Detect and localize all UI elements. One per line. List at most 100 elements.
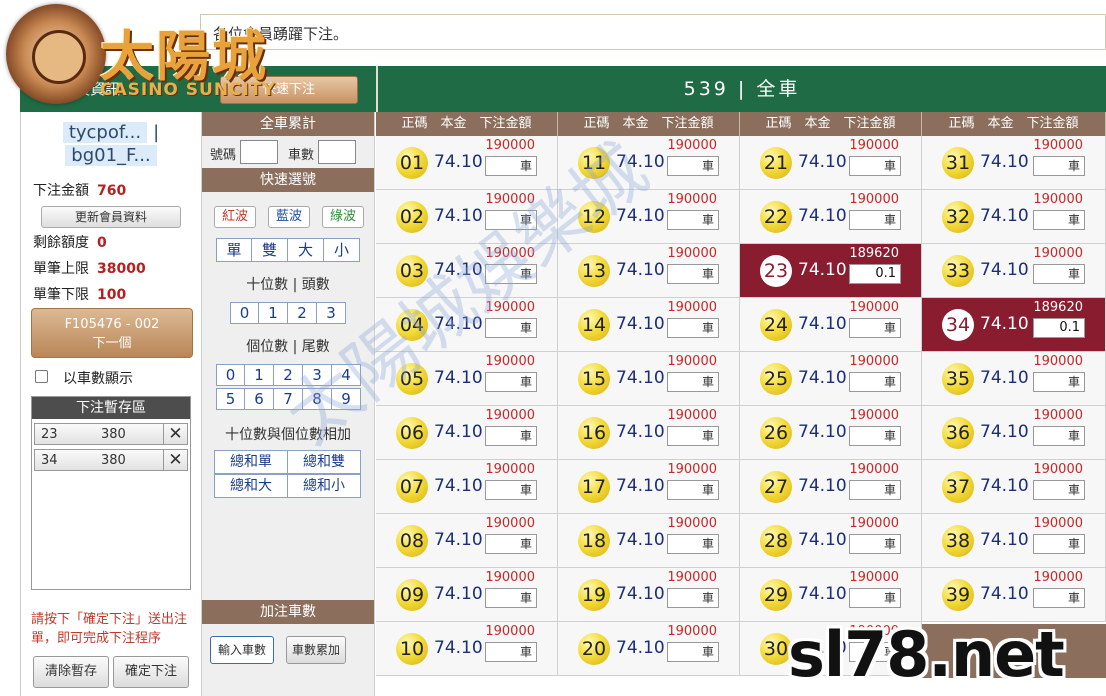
ones-0-button[interactable]: 0 xyxy=(216,364,245,386)
number-ball[interactable]: 29 xyxy=(760,579,792,611)
number-cell-02[interactable]: 02 74.10 190000 車 xyxy=(376,190,558,244)
bet-amount-input[interactable]: 車 xyxy=(849,534,901,554)
number-cell-01[interactable]: 01 74.10 190000 車 xyxy=(376,136,558,190)
number-cell-28[interactable]: 28 74.10 190000 車 xyxy=(740,514,922,568)
number-cell-12[interactable]: 12 74.10 190000 車 xyxy=(558,190,740,244)
bet-amount-input[interactable]: 車 xyxy=(667,588,719,608)
number-cell-04[interactable]: 04 74.10 190000 車 xyxy=(376,298,558,352)
bet-amount-input[interactable]: 車 xyxy=(485,372,537,392)
ones-1-button[interactable]: 1 xyxy=(245,364,274,386)
bet-amount-input[interactable]: 車 xyxy=(1033,480,1085,500)
number-ball[interactable]: 24 xyxy=(760,309,792,341)
bet-amount-input[interactable]: 車 xyxy=(485,264,537,284)
bet-amount-input[interactable]: 車 xyxy=(485,426,537,446)
number-cell-26[interactable]: 26 74.10 190000 車 xyxy=(740,406,922,460)
number-ball[interactable]: 03 xyxy=(396,255,428,287)
input-count-button[interactable]: 輸入車數 xyxy=(210,636,274,664)
bet-amount-input[interactable]: 車 xyxy=(1033,264,1085,284)
number-cell-15[interactable]: 15 74.10 190000 車 xyxy=(558,352,740,406)
number-cell-07[interactable]: 07 74.10 190000 車 xyxy=(376,460,558,514)
bet-amount-input[interactable]: 車 xyxy=(667,426,719,446)
bet-amount-input[interactable]: 車 xyxy=(1033,210,1085,230)
sum-odd-button[interactable]: 總和單 xyxy=(214,450,288,474)
number-ball[interactable]: 02 xyxy=(396,201,428,233)
bet-amount-input[interactable]: 車 xyxy=(485,588,537,608)
bet-amount-input[interactable]: 車 xyxy=(667,210,719,230)
number-cell-08[interactable]: 08 74.10 190000 車 xyxy=(376,514,558,568)
bet-amount-input[interactable]: 車 xyxy=(849,426,901,446)
remove-icon[interactable]: ✕ xyxy=(163,450,187,470)
number-ball[interactable]: 39 xyxy=(942,579,974,611)
ones-7-button[interactable]: 7 xyxy=(274,388,303,410)
ones-4-button[interactable]: 4 xyxy=(332,364,361,386)
bet-amount-input[interactable]: 車 xyxy=(667,480,719,500)
number-ball[interactable]: 13 xyxy=(578,255,610,287)
number-cell-27[interactable]: 27 74.10 190000 車 xyxy=(740,460,922,514)
number-cell-36[interactable]: 36 74.10 190000 車 xyxy=(922,406,1106,460)
number-cell-37[interactable]: 37 74.10 190000 車 xyxy=(922,460,1106,514)
number-ball[interactable]: 37 xyxy=(942,471,974,503)
number-cell-17[interactable]: 17 74.10 190000 車 xyxy=(558,460,740,514)
number-ball[interactable]: 04 xyxy=(396,309,428,341)
remove-icon[interactable]: ✕ xyxy=(163,424,187,444)
bet-amount-input[interactable]: 車 xyxy=(1033,588,1085,608)
number-cell-10[interactable]: 10 74.10 190000 車 xyxy=(376,622,558,676)
number-ball[interactable]: 16 xyxy=(578,417,610,449)
number-cell-22[interactable]: 22 74.10 190000 車 xyxy=(740,190,922,244)
number-ball[interactable]: 23 xyxy=(760,255,792,287)
red-wave-button[interactable]: 紅波 xyxy=(214,206,256,228)
bet-amount-input[interactable]: 車 xyxy=(849,318,901,338)
number-ball[interactable]: 32 xyxy=(942,201,974,233)
number-cell-32[interactable]: 32 74.10 190000 車 xyxy=(922,190,1106,244)
number-ball[interactable]: 01 xyxy=(396,147,428,179)
number-ball[interactable]: 38 xyxy=(942,525,974,557)
ones-5-button[interactable]: 5 xyxy=(216,388,245,410)
count-input[interactable] xyxy=(318,140,356,164)
number-ball[interactable]: 17 xyxy=(578,471,610,503)
ones-8-button[interactable]: 8 xyxy=(303,388,332,410)
number-ball[interactable]: 33 xyxy=(942,255,974,287)
number-ball[interactable]: 31 xyxy=(942,147,974,179)
number-cell-21[interactable]: 21 74.10 190000 車 xyxy=(740,136,922,190)
clear-temp-button[interactable]: 清除暫存 xyxy=(33,656,109,688)
number-cell-19[interactable]: 19 74.10 190000 車 xyxy=(558,568,740,622)
sum-small-button[interactable]: 總和小 xyxy=(287,474,361,498)
number-cell-20[interactable]: 20 74.10 190000 車 xyxy=(558,622,740,676)
number-cell-14[interactable]: 14 74.10 190000 車 xyxy=(558,298,740,352)
big-button[interactable]: 大 xyxy=(288,238,324,262)
tens-2-button[interactable]: 2 xyxy=(288,302,317,324)
bet-amount-input[interactable]: 車 xyxy=(485,318,537,338)
ones-2-button[interactable]: 2 xyxy=(274,364,303,386)
number-cell-23[interactable]: 23 74.10 189620 0.1 xyxy=(740,244,922,298)
bet-amount-input[interactable]: 車 xyxy=(1033,372,1085,392)
bet-amount-input[interactable]: 車 xyxy=(485,642,537,662)
bet-amount-input[interactable]: 車 xyxy=(849,480,901,500)
odd-button[interactable]: 單 xyxy=(216,238,252,262)
next-button[interactable]: F105476 - 002 下一個 xyxy=(31,308,193,358)
number-ball[interactable]: 06 xyxy=(396,417,428,449)
ones-9-button[interactable]: 9 xyxy=(332,388,361,410)
ones-6-button[interactable]: 6 xyxy=(245,388,274,410)
blue-wave-button[interactable]: 藍波 xyxy=(268,206,310,228)
bet-amount-input[interactable]: 0.1 xyxy=(1033,318,1085,338)
number-ball[interactable]: 05 xyxy=(396,363,428,395)
bet-amount-input[interactable]: 車 xyxy=(1033,426,1085,446)
number-cell-18[interactable]: 18 74.10 190000 車 xyxy=(558,514,740,568)
even-button[interactable]: 雙 xyxy=(252,238,288,262)
number-ball[interactable]: 27 xyxy=(760,471,792,503)
bet-amount-input[interactable]: 車 xyxy=(485,210,537,230)
number-cell-03[interactable]: 03 74.10 190000 車 xyxy=(376,244,558,298)
bet-amount-input[interactable]: 車 xyxy=(667,534,719,554)
confirm-bet-button[interactable]: 確定下注 xyxy=(113,656,189,688)
bet-amount-input[interactable]: 車 xyxy=(667,318,719,338)
accumulate-count-button[interactable]: 車數累加 xyxy=(286,636,346,664)
number-cell-24[interactable]: 24 74.10 190000 車 xyxy=(740,298,922,352)
tens-1-button[interactable]: 1 xyxy=(259,302,288,324)
bet-amount-input[interactable]: 車 xyxy=(485,156,537,176)
number-ball[interactable]: 35 xyxy=(942,363,974,395)
number-cell-29[interactable]: 29 74.10 190000 車 xyxy=(740,568,922,622)
bet-amount-input[interactable]: 車 xyxy=(667,372,719,392)
number-cell-34[interactable]: 34 74.10 189620 0.1 xyxy=(922,298,1106,352)
number-cell-06[interactable]: 06 74.10 190000 車 xyxy=(376,406,558,460)
bet-amount-input[interactable]: 車 xyxy=(849,372,901,392)
